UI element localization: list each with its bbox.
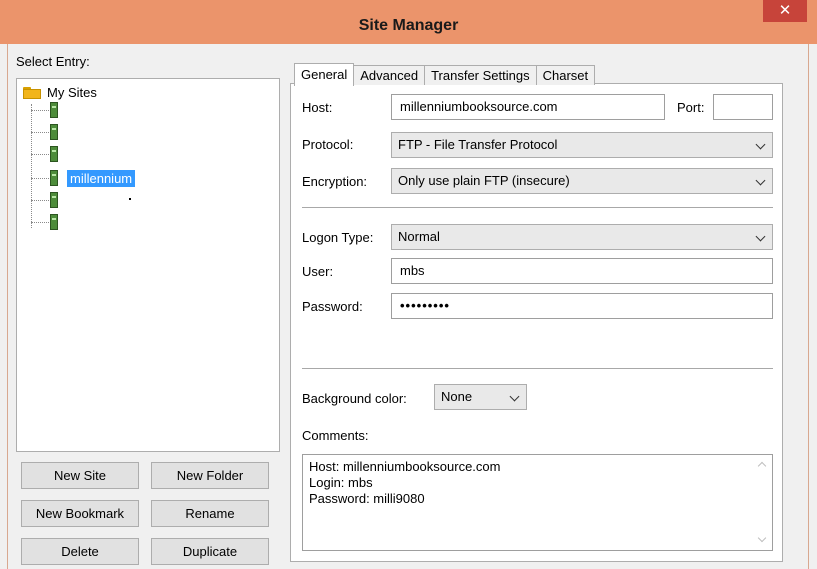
logon-type-label: Logon Type: [302, 230, 374, 245]
server-icon [50, 170, 58, 186]
encryption-label: Encryption: [302, 174, 368, 189]
logon-type-select[interactable]: Normal [391, 224, 773, 250]
tab-transfer-settings[interactable]: Transfer Settings [424, 65, 537, 85]
tree-site-item[interactable] [31, 144, 73, 164]
site-label [67, 109, 73, 111]
server-icon [50, 214, 58, 230]
folder-icon [23, 86, 41, 99]
encryption-value: Only use plain FTP (insecure) [398, 173, 570, 188]
site-label-selected: millennium [67, 169, 136, 187]
tree-root-my-sites[interactable]: My Sites [23, 85, 97, 100]
select-entry-label: Select Entry: [16, 54, 90, 69]
encryption-select[interactable]: Only use plain FTP (insecure) [391, 168, 773, 194]
chevron-down-icon [509, 391, 520, 402]
server-icon [50, 124, 58, 140]
logon-type-value: Normal [398, 229, 440, 244]
new-site-button[interactable]: New Site [21, 462, 139, 489]
site-label [67, 221, 73, 223]
tab-general[interactable]: General [294, 63, 355, 86]
title-bar: Site Manager ✕ [0, 0, 817, 44]
background-color-select[interactable]: None [434, 384, 527, 410]
host-label: Host: [302, 100, 333, 115]
tab-charset[interactable]: Charset [535, 65, 596, 85]
background-color-label: Background color: [302, 391, 407, 406]
tree-site-item[interactable] [31, 100, 73, 120]
site-label [67, 153, 73, 155]
password-input[interactable]: ••••••••• [391, 293, 773, 319]
divider [302, 368, 773, 369]
duplicate-button[interactable]: Duplicate [151, 538, 269, 565]
port-label: Port: [677, 100, 705, 115]
rename-button[interactable]: Rename [151, 500, 269, 527]
chevron-down-icon [755, 139, 766, 150]
tree-root-label: My Sites [47, 85, 97, 100]
new-bookmark-button[interactable]: New Bookmark [21, 500, 139, 527]
scroll-up-icon[interactable] [757, 461, 767, 471]
protocol-label: Protocol: [302, 137, 354, 152]
chevron-down-icon [755, 231, 766, 242]
user-input[interactable]: mbs [391, 258, 773, 284]
tree-site-item-selected[interactable]: millennium [31, 168, 136, 188]
comments-textarea[interactable]: Host: millenniumbooksource.com Login: mb… [302, 454, 773, 551]
comment-line: Login: mbs [309, 475, 373, 490]
site-label [67, 131, 73, 133]
comments-label: Comments: [302, 428, 369, 443]
tree-site-item[interactable] [31, 122, 73, 142]
close-button[interactable]: ✕ [763, 0, 807, 22]
window-title: Site Manager [358, 17, 459, 34]
port-input[interactable] [713, 94, 773, 120]
protocol-value: FTP - File Transfer Protocol [398, 137, 558, 152]
password-label: Password: [302, 299, 363, 314]
chevron-down-icon [755, 175, 766, 186]
tree-site-item[interactable] [31, 190, 73, 210]
protocol-select[interactable]: FTP - File Transfer Protocol [391, 132, 773, 158]
comment-line: Password: milli9080 [309, 491, 425, 506]
server-icon [50, 102, 58, 118]
stray-dot [129, 198, 131, 200]
background-color-value: None [441, 389, 473, 404]
user-label: User: [302, 264, 334, 279]
scrollbar[interactable] [755, 455, 772, 550]
server-icon [50, 146, 58, 162]
divider [302, 207, 773, 208]
tab-bar: General Advanced Transfer Settings Chars… [294, 63, 596, 86]
host-input[interactable]: millenniumbooksource.com [391, 94, 665, 120]
server-icon [50, 192, 58, 208]
tab-advanced[interactable]: Advanced [353, 65, 426, 85]
site-tree[interactable]: My Sites millennium [16, 78, 280, 452]
scroll-down-icon[interactable] [757, 533, 767, 543]
tree-site-item[interactable] [31, 212, 73, 232]
comment-line: Host: millenniumbooksource.com [309, 459, 501, 474]
close-icon: ✕ [778, 2, 792, 19]
site-label [67, 199, 73, 201]
new-folder-button[interactable]: New Folder [151, 462, 269, 489]
dialog-body: Select Entry: My Sites millennium New Si… [7, 44, 809, 569]
delete-button[interactable]: Delete [21, 538, 139, 565]
